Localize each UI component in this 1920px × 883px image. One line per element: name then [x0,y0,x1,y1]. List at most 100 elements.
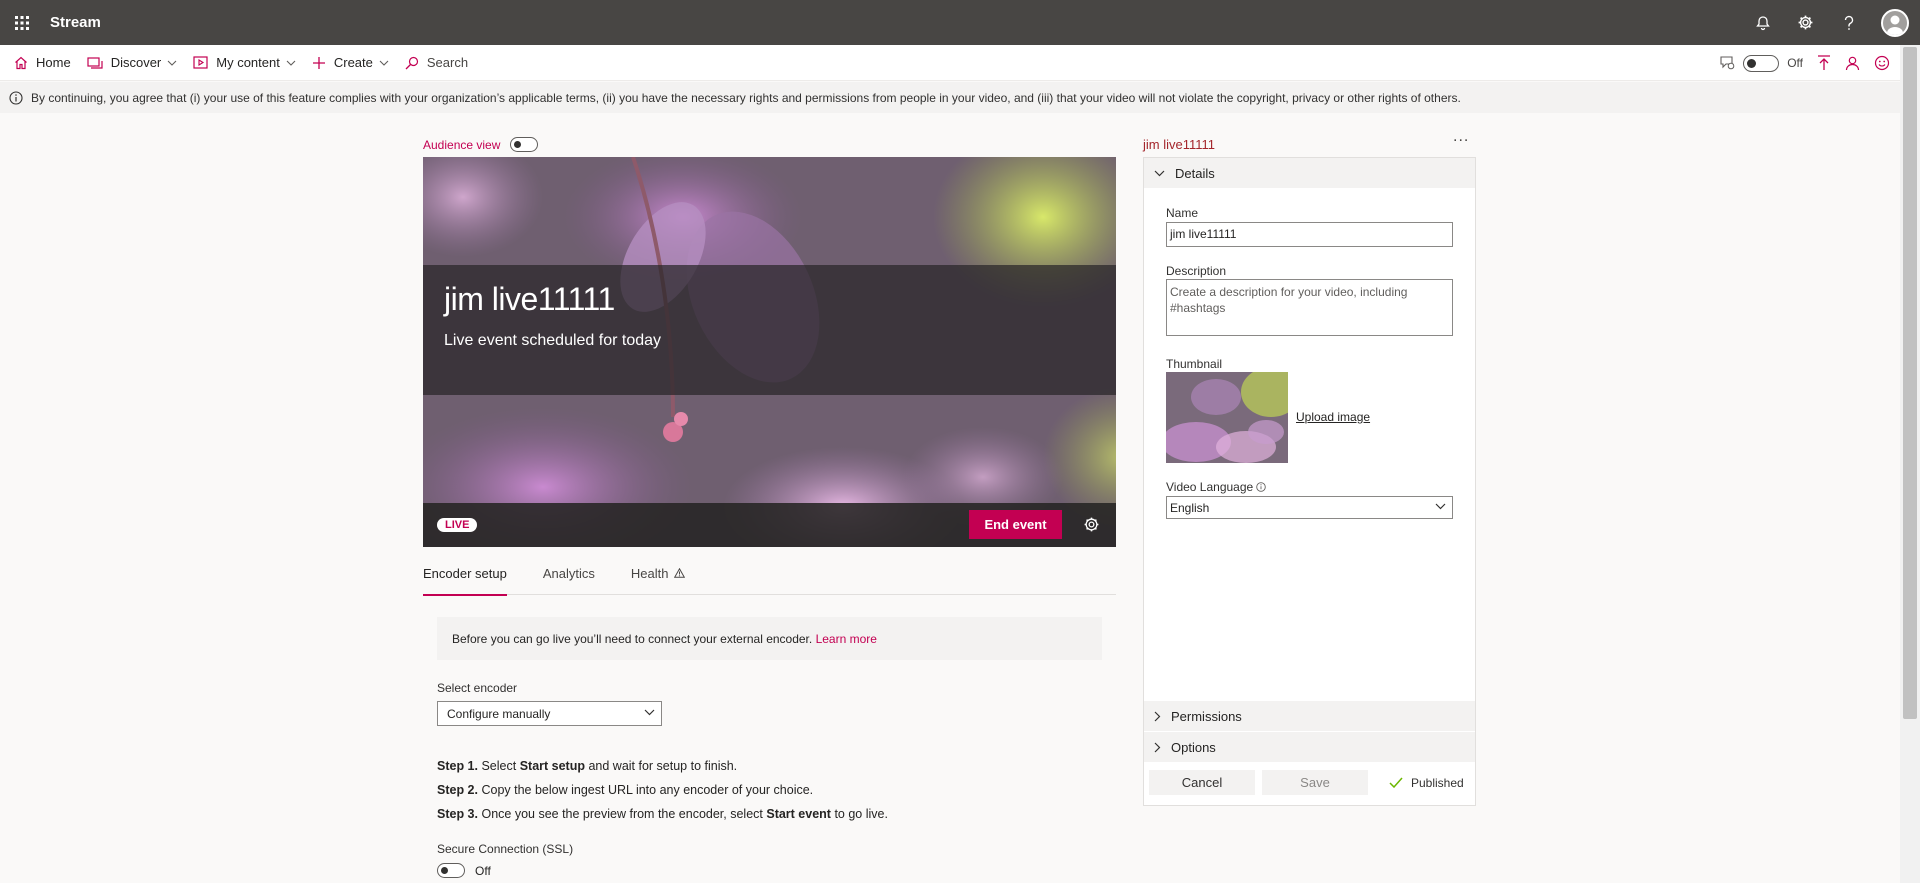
end-event-button[interactable]: End event [969,510,1062,539]
gear-icon[interactable] [1784,0,1827,45]
event-title: jim live11111 [444,281,615,317]
comments-toggle[interactable] [1743,54,1780,72]
encoder-select[interactable]: Configure manually [437,701,662,726]
description-label: Description [1166,264,1227,278]
video-language-select[interactable]: English [1166,496,1453,519]
warning-icon [674,568,686,578]
details-section-header[interactable]: Details [1144,158,1475,188]
ssl-toggle-group: Off [437,863,491,878]
person-icon[interactable] [1845,56,1860,71]
step-3: Step 3. Once you see the preview from th… [437,807,888,821]
nav-create-label: Create [333,55,373,70]
encoder-select-value: Configure manually [447,706,551,721]
event-title-band: jim live11111 Live event scheduled for t… [423,265,1116,395]
nav-create[interactable]: Create [304,45,397,81]
checkmark-icon [1389,777,1403,788]
save-button[interactable]: Save [1262,770,1368,795]
tab-health[interactable]: Health [631,563,686,595]
panel-actions: Cancel Save Published [1149,770,1464,795]
search-input[interactable]: Search [397,45,476,81]
tab-health-label: Health [630,566,669,581]
encoder-info-text: Before you can go live you’ll need to co… [452,631,813,646]
description-field[interactable]: Create a description for your video, inc… [1166,279,1453,336]
chevron-down-icon [379,60,389,66]
published-status: Published [1389,776,1464,790]
name-label: Name [1166,206,1199,220]
video-language-label-group: Video Language [1166,480,1266,494]
ssl-label: Secure Connection (SSL) [437,842,574,856]
top-bar: Stream [0,0,1920,45]
audience-view-toggle[interactable] [510,137,539,152]
chevron-down-icon [167,60,177,66]
name-field[interactable]: jim live11111 [1166,222,1453,247]
audience-view: Audience view [423,137,539,152]
nav-home[interactable]: Home [6,45,79,81]
page-scrollbar[interactable] [1900,45,1920,883]
cancel-button[interactable]: Cancel [1149,770,1255,795]
video-language-value: English [1170,501,1210,515]
nav-discover[interactable]: Discover [79,45,186,81]
bell-icon[interactable] [1741,0,1784,45]
video-player[interactable]: jim live11111 Live event scheduled for t… [423,157,1116,547]
tab-analytics-label: Analytics [542,566,595,581]
info-icon [9,90,23,105]
help-icon[interactable] [1827,0,1870,45]
avatar[interactable] [1870,0,1920,45]
info-icon[interactable] [1256,482,1266,492]
chevron-down-icon [644,709,655,716]
tab-analytics[interactable]: Analytics [543,563,595,595]
select-encoder-label: Select encoder [437,681,518,695]
event-subtitle: Live event scheduled for today [444,332,662,349]
description-placeholder: Create a description for your video, inc… [1170,285,1408,315]
chevron-down-icon [1154,170,1165,177]
plus-icon [312,56,326,70]
terms-notice-text: By continuing, you agree that (i) your u… [31,90,1461,105]
nav-my-content[interactable]: My content [185,45,304,81]
encoder-tabs: Encoder setup Analytics Health [423,563,1116,596]
player-controls: LIVE End event [423,503,1116,547]
nav-my-content-label: My content [216,55,280,70]
name-field-value: jim live11111 [1170,227,1237,241]
options-section-header[interactable]: Options [1144,732,1475,762]
nav-discover-label: Discover [110,55,162,70]
thumbnail-label: Thumbnail [1166,357,1223,371]
details-panel: Details Name jim live11111 Description C… [1143,157,1476,806]
app-title[interactable]: Stream [50,14,101,31]
chevron-down-icon [286,60,296,66]
upload-icon[interactable] [1817,55,1831,71]
more-options-icon[interactable]: ... [1453,128,1469,146]
chevron-down-icon [1435,503,1446,510]
comments-toggle-group: Off [1720,54,1803,72]
app-launcher-icon[interactable] [0,0,44,45]
ssl-state-label: Off [475,863,491,878]
live-badge: LIVE [437,518,478,532]
tab-encoder-setup[interactable]: Encoder setup [423,563,507,596]
discover-icon [87,56,103,70]
thumbnail-image [1166,372,1288,463]
player-settings-gear-icon[interactable] [1083,516,1100,533]
step-2: Step 2. Copy the below ingest URL into a… [437,783,814,797]
video-icon [193,56,208,69]
published-label: Published [1411,775,1464,790]
options-label: Options [1171,739,1216,755]
nav-bar: Home Discover My content Create Search O… [0,45,1900,81]
terms-notice: By continuing, you agree that (i) your u… [0,82,1900,113]
smiley-icon[interactable] [1874,55,1890,71]
permissions-section-header[interactable]: Permissions [1144,701,1475,731]
audience-view-label: Audience view [423,137,501,152]
chevron-right-icon [1154,742,1161,753]
encoder-info-box: Before you can go live you’ll need to co… [437,617,1102,660]
scrollbar-thumb[interactable] [1903,47,1917,719]
toggle-state-label: Off [1787,56,1803,70]
permissions-label: Permissions [1171,708,1242,724]
user-avatar-icon [1881,8,1909,37]
nav-home-label: Home [36,55,71,70]
comment-icon [1720,56,1735,70]
video-language-label: Video Language [1166,480,1254,494]
search-placeholder: Search [426,55,469,70]
home-icon [14,56,28,70]
ssl-toggle[interactable] [437,863,465,878]
upload-image-link[interactable]: Upload image [1296,410,1370,424]
step-1: Step 1. Select Start setup and wait for … [437,759,738,773]
learn-more-link[interactable]: Learn more [816,632,877,646]
